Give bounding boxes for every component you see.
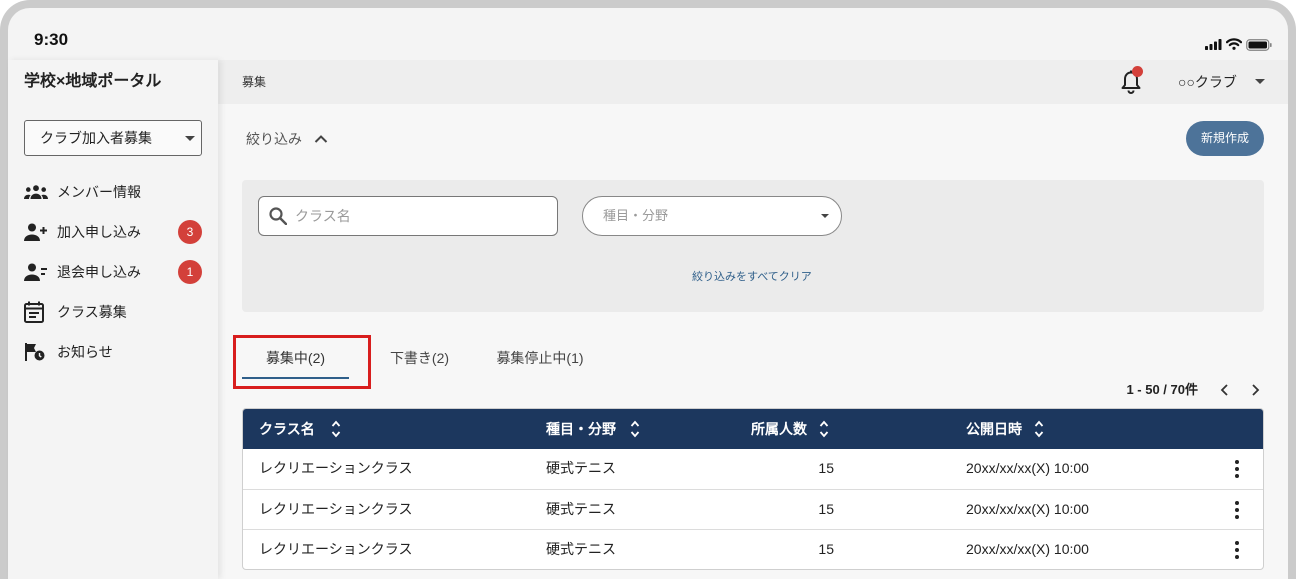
signal-icon	[1205, 39, 1222, 50]
person-remove-icon	[24, 261, 50, 283]
cell-members: 15	[818, 460, 834, 476]
status-time: 9:30	[34, 30, 69, 49]
column-header-members[interactable]: 所属人数	[751, 409, 851, 449]
account-name: ○○クラブ	[1178, 74, 1237, 90]
more-options-icon[interactable]	[1235, 460, 1239, 478]
count-badge: 1	[178, 260, 202, 284]
cell-published: 20xx/xx/xx(X) 10:00	[966, 460, 1089, 476]
sidebar-item-label: お知らせ	[57, 344, 113, 360]
cell-class-name: レクリエーションクラス	[259, 460, 413, 476]
search-icon	[269, 207, 287, 225]
category-select[interactable]: 種目・分野	[582, 196, 842, 236]
column-header-label: クラス名	[259, 421, 315, 437]
highlight-box	[233, 335, 371, 389]
caret-down-icon	[821, 214, 829, 218]
account-menu[interactable]: ○○クラブ	[1178, 60, 1268, 104]
column-header-class-name[interactable]: クラス名	[259, 409, 359, 449]
table-row[interactable]: レクリエーションクラス 硬式テニス 15 20xx/xx/xx(X) 10:00	[243, 489, 1263, 529]
caret-down-icon	[1255, 79, 1265, 84]
filter-panel: 種目・分野 絞り込みをすべてクリア	[242, 180, 1264, 312]
chevron-up-icon	[314, 134, 328, 143]
column-header-label: 種目・分野	[546, 421, 616, 437]
column-header-category[interactable]: 種目・分野	[546, 409, 656, 449]
pagination-range: 1 - 50 / 70件	[1126, 382, 1198, 397]
cell-class-name: レクリエーションクラス	[259, 541, 413, 557]
main-content: 絞り込み 新規作成 種目・分野 絞り込みをすべてクリア 募集中(2) 下書き(2…	[218, 104, 1288, 579]
cell-members: 15	[818, 541, 834, 557]
breadcrumb: 募集	[242, 75, 267, 89]
sidebar-item-label: 加入申し込み	[57, 224, 141, 240]
app-title: 学校×地域ポータル	[24, 73, 162, 90]
sidebar-item-join-requests[interactable]: 加入申し込み 3	[8, 219, 218, 245]
table-header: クラス名 種目・分野 所属人数 公開日時	[243, 409, 1263, 449]
table-row[interactable]: レクリエーションクラス 硬式テニス 15 20xx/xx/xx(X) 10:00	[243, 529, 1263, 569]
sidebar-item-class-recruitment[interactable]: クラス募集	[8, 299, 218, 325]
battery-icon	[1246, 39, 1272, 51]
calendar-icon	[24, 301, 50, 323]
class-table: クラス名 種目・分野 所属人数 公開日時 レクリエーションクラス 硬式テニス 1…	[242, 408, 1264, 570]
tab-paused[interactable]: 募集停止中(1)	[486, 344, 594, 379]
cell-members: 15	[818, 501, 834, 517]
sidebar-item-label: 退会申し込み	[57, 264, 141, 280]
sort-icon[interactable]	[331, 420, 341, 438]
more-options-icon[interactable]	[1235, 541, 1239, 559]
sidebar-item-leave-requests[interactable]: 退会申し込み 1	[8, 259, 218, 285]
notice-icon	[24, 341, 50, 363]
members-icon	[24, 181, 50, 203]
cell-category: 硬式テニス	[546, 460, 616, 476]
caret-down-icon	[185, 136, 195, 141]
sidebar-item-label: クラス募集	[57, 304, 127, 320]
filter-toggle[interactable]: 絞り込み	[246, 129, 336, 149]
more-options-icon[interactable]	[1235, 501, 1239, 519]
chevron-left-icon[interactable]	[1220, 384, 1228, 396]
sidebar-item-label: メンバー情報	[57, 184, 141, 200]
chevron-right-icon[interactable]	[1252, 384, 1260, 396]
tab-drafts[interactable]: 下書き(2)	[366, 344, 473, 379]
search-field[interactable]	[258, 196, 558, 236]
sidebar-item-members[interactable]: メンバー情報	[8, 179, 218, 205]
column-header-label: 所属人数	[751, 421, 807, 437]
mode-selector-value: クラブ加入者募集	[40, 130, 152, 146]
sort-icon[interactable]	[1034, 420, 1044, 438]
search-input[interactable]	[295, 197, 545, 235]
cell-published: 20xx/xx/xx(X) 10:00	[966, 541, 1089, 557]
table-row[interactable]: レクリエーションクラス 硬式テニス 15 20xx/xx/xx(X) 10:00	[243, 449, 1263, 489]
person-add-icon	[24, 221, 50, 243]
filter-toggle-label: 絞り込み	[246, 131, 302, 147]
sort-icon[interactable]	[630, 420, 640, 438]
sidebar: 学校×地域ポータル クラブ加入者募集 メンバー情報 加入申し込み 3 退会申し込…	[8, 60, 218, 579]
cell-published: 20xx/xx/xx(X) 10:00	[966, 501, 1089, 517]
sidebar-item-notices[interactable]: お知らせ	[8, 339, 218, 365]
create-button[interactable]: 新規作成	[1186, 121, 1264, 156]
cell-class-name: レクリエーションクラス	[259, 501, 413, 517]
column-header-published[interactable]: 公開日時	[966, 409, 1066, 449]
notification-dot	[1132, 66, 1143, 77]
header-bar: 募集 ○○クラブ	[218, 60, 1288, 104]
mode-selector[interactable]: クラブ加入者募集	[24, 120, 202, 156]
column-header-label: 公開日時	[966, 421, 1022, 437]
sort-icon[interactable]	[819, 420, 829, 438]
count-badge: 3	[178, 220, 202, 244]
category-select-placeholder: 種目・分野	[603, 208, 669, 223]
cell-category: 硬式テニス	[546, 541, 616, 557]
wifi-icon	[1226, 38, 1242, 50]
cell-category: 硬式テニス	[546, 501, 616, 517]
clear-filters-link[interactable]: 絞り込みをすべてクリア	[692, 268, 812, 286]
